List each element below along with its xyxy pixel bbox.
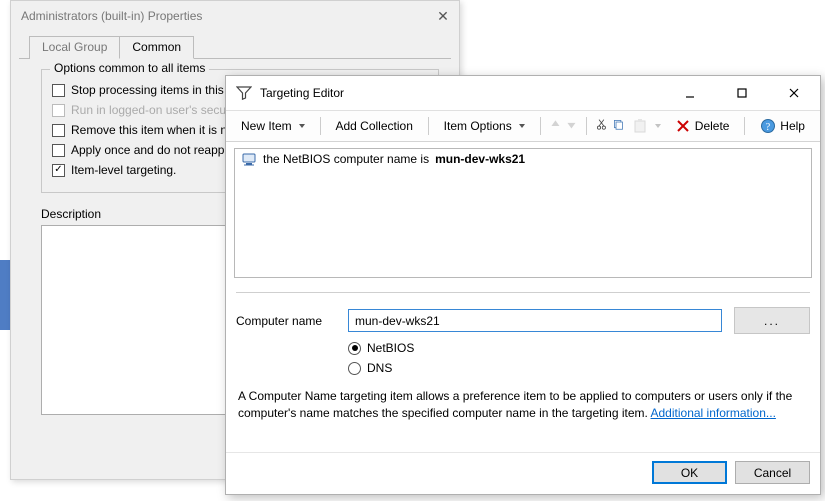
delete-icon — [675, 118, 691, 134]
titlebar: Targeting Editor — [226, 76, 820, 111]
delete-label: Delete — [695, 119, 730, 133]
targeting-editor-title: Targeting Editor — [260, 86, 660, 100]
checkbox-apply-once[interactable] — [52, 144, 65, 157]
radio-netbios-label: NetBIOS — [367, 341, 414, 355]
close-button[interactable] — [772, 82, 816, 104]
rules-list[interactable]: the NetBIOS computer name is mun-dev-wks… — [234, 148, 812, 278]
browse-button[interactable]: ... — [734, 307, 810, 334]
radio-dns[interactable] — [348, 362, 361, 375]
left-accent-strip — [0, 260, 10, 330]
add-collection-label: Add Collection — [335, 119, 412, 133]
dropdown-caret-icon — [299, 124, 305, 128]
move-up-icon — [549, 118, 562, 134]
paste-button[interactable] — [629, 115, 664, 137]
targeting-editor-dialog: Targeting Editor New Item Add Collection… — [225, 75, 821, 495]
checkbox-item-level-targeting[interactable] — [52, 164, 65, 177]
checkbox-stop-processing[interactable] — [52, 84, 65, 97]
move-down-icon — [565, 118, 578, 134]
checkbox-remove-item[interactable] — [52, 124, 65, 137]
toolbar-separator — [540, 117, 541, 135]
rule-row[interactable]: the NetBIOS computer name is mun-dev-wks… — [235, 149, 811, 169]
new-item-button[interactable]: New Item — [234, 116, 312, 136]
new-item-label: New Item — [241, 119, 292, 133]
delete-button[interactable]: Delete — [668, 115, 737, 137]
filter-icon — [236, 85, 252, 101]
dropdown-caret-icon — [655, 124, 661, 128]
computer-icon — [241, 151, 257, 167]
close-icon[interactable]: ✕ — [437, 10, 449, 22]
help-icon: ? — [760, 118, 776, 134]
add-collection-button[interactable]: Add Collection — [328, 116, 419, 136]
toolbar-separator — [428, 117, 429, 135]
toolbar-separator — [320, 117, 321, 135]
options-legend: Options common to all items — [50, 61, 209, 75]
computer-name-input[interactable] — [348, 309, 722, 332]
computer-name-label: Computer name — [236, 314, 336, 328]
maximize-button[interactable] — [720, 82, 764, 104]
dropdown-caret-icon — [519, 124, 525, 128]
label-apply-once: Apply once and do not reapply. — [71, 143, 236, 157]
checkbox-run-logged-on — [52, 104, 65, 117]
toolbar-separator — [586, 117, 587, 135]
targeting-cancel-button[interactable]: Cancel — [735, 461, 810, 484]
radio-dns-label: DNS — [367, 361, 392, 375]
tab-common[interactable]: Common — [119, 36, 194, 59]
copy-icon[interactable] — [612, 118, 625, 134]
item-options-button[interactable]: Item Options — [437, 116, 532, 136]
tab-local-group[interactable]: Local Group — [29, 36, 120, 59]
additional-info-link[interactable]: Additional information... — [651, 406, 776, 420]
item-options-label: Item Options — [444, 119, 512, 133]
toolbar: New Item Add Collection Item Options — [226, 111, 820, 142]
toolbar-separator — [744, 117, 745, 135]
rule-text-value: mun-dev-wks21 — [435, 152, 525, 166]
targeting-ok-button[interactable]: OK — [652, 461, 727, 484]
rule-text-prefix: the NetBIOS computer name is — [263, 152, 429, 166]
form-area: Computer name ... NetBIOS DNS A Computer… — [236, 292, 810, 422]
cut-icon[interactable] — [595, 118, 608, 134]
radio-netbios[interactable] — [348, 342, 361, 355]
tab-strip: Local Group Common — [19, 35, 451, 59]
svg-text:?: ? — [766, 122, 771, 133]
minimize-button[interactable] — [668, 82, 712, 104]
help-button[interactable]: ? Help — [753, 115, 812, 137]
properties-title: Administrators (built-in) Properties — [21, 9, 202, 23]
paste-icon — [632, 118, 648, 134]
help-text: A Computer Name targeting item allows a … — [238, 388, 808, 422]
label-item-level-targeting: Item-level targeting. — [71, 163, 176, 177]
help-label: Help — [780, 119, 805, 133]
